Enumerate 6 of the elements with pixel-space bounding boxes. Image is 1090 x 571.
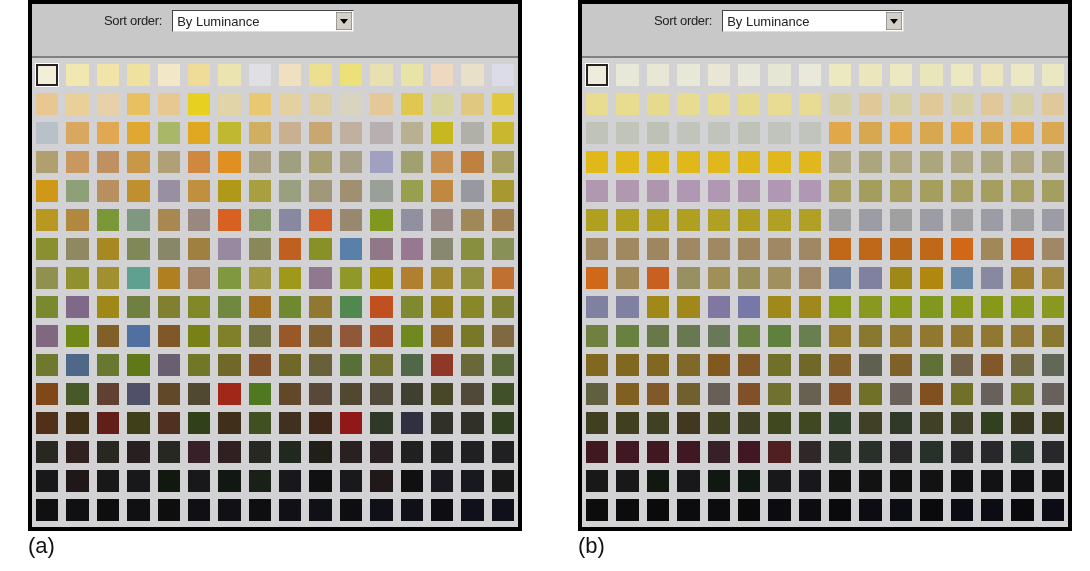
sort-order-label: Sort order: <box>654 12 713 30</box>
figure-caption: (a) <box>28 533 55 559</box>
sort-order-label: Sort order: <box>104 12 163 30</box>
figure-caption: (b) <box>578 533 605 559</box>
sort-select[interactable]: By Luminance <box>722 10 905 32</box>
sort-select[interactable]: By Luminance <box>172 10 355 32</box>
